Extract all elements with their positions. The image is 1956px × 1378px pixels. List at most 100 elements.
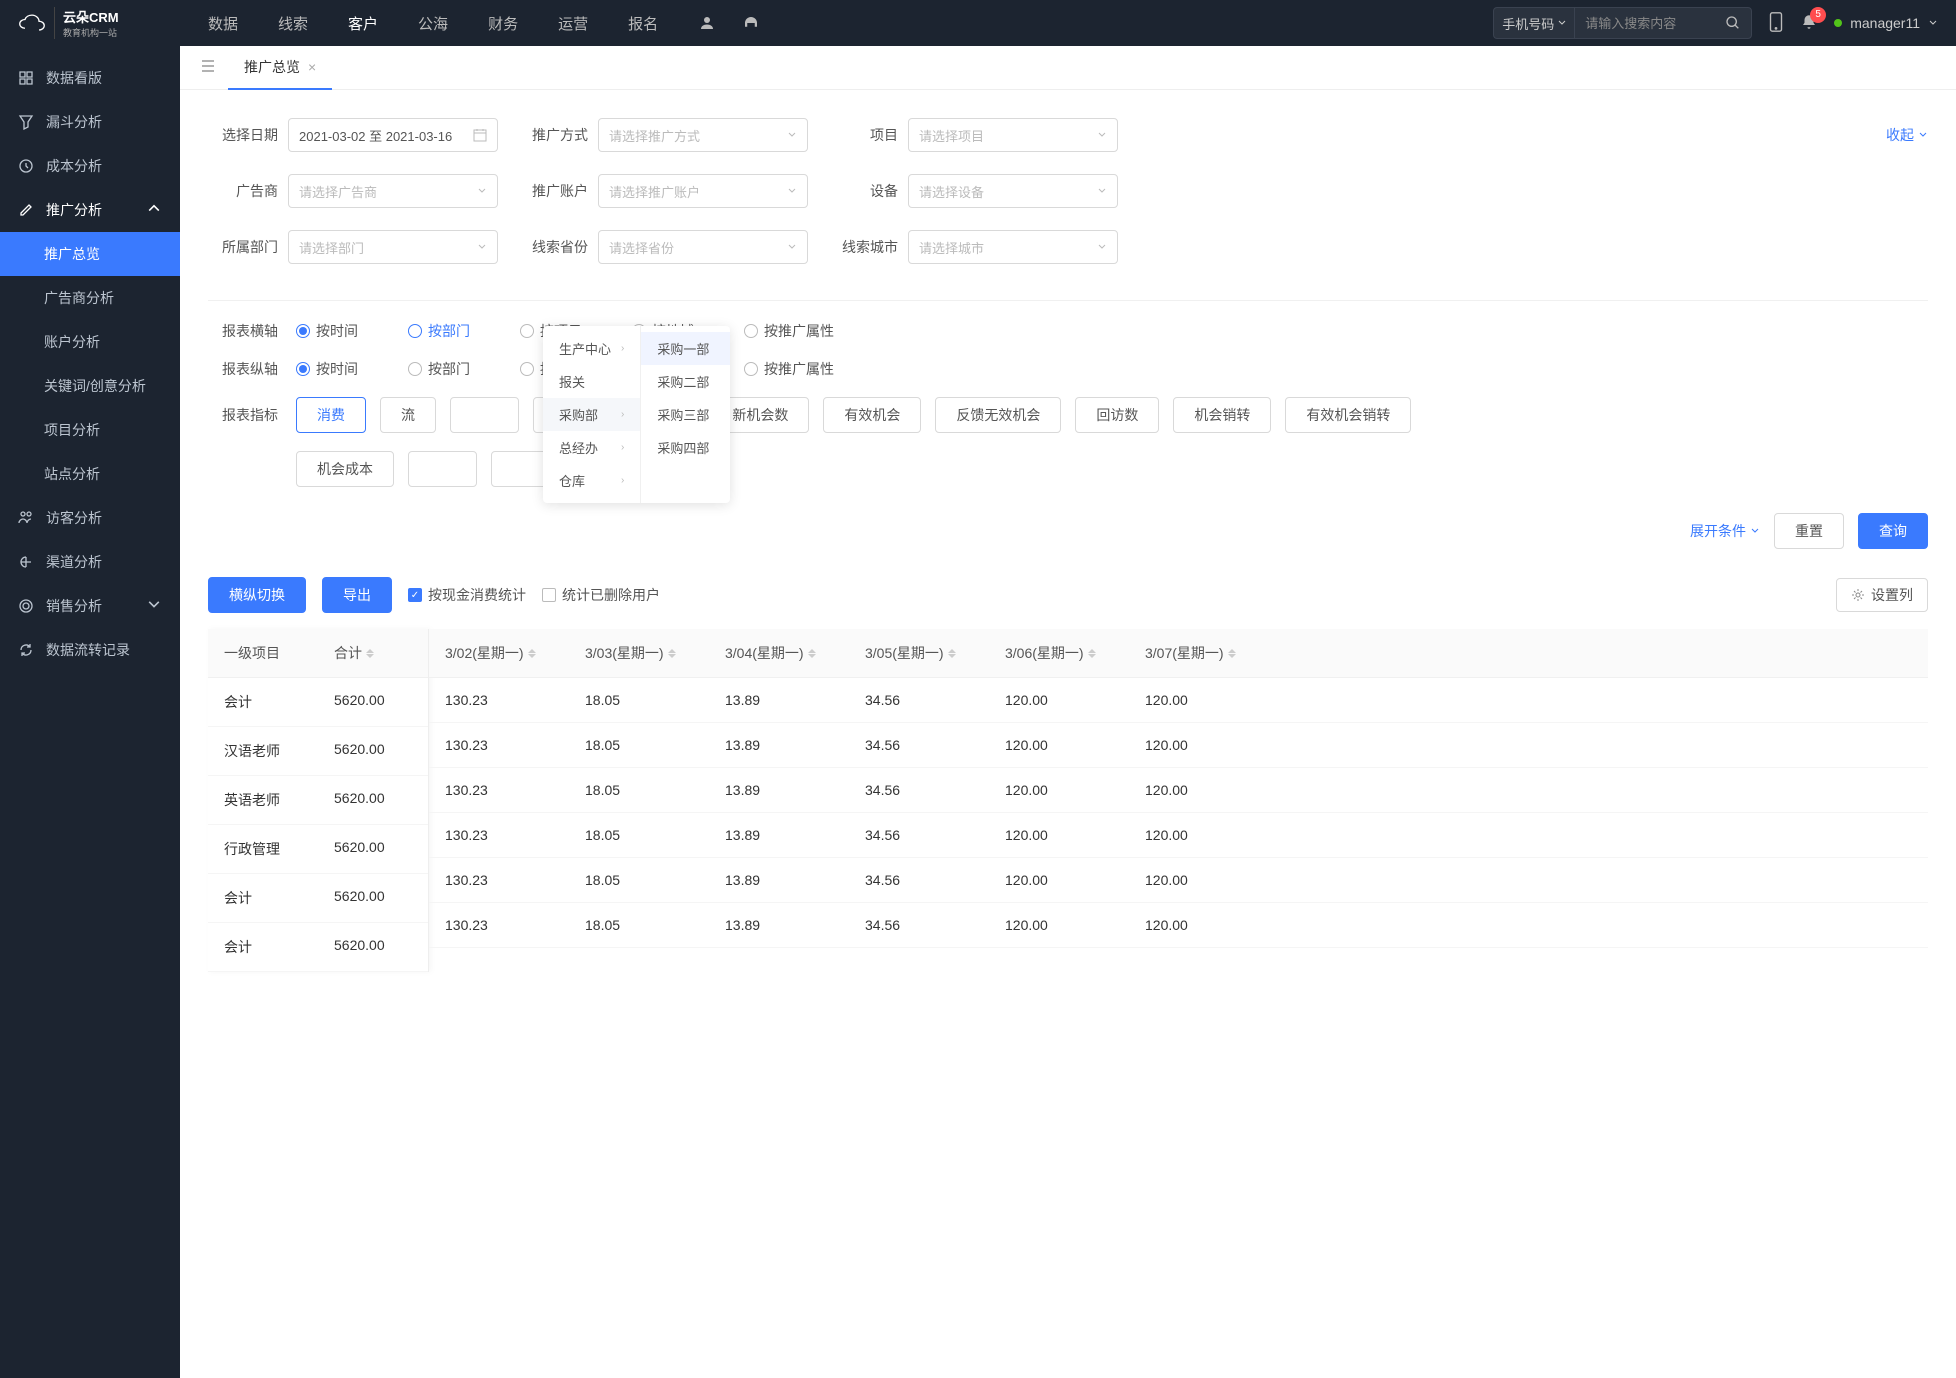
metric-button[interactable]: 流 — [380, 397, 436, 433]
sidebar-subitem[interactable]: 账户分析 — [0, 320, 180, 364]
sidebar-subitem[interactable]: 项目分析 — [0, 408, 180, 452]
sort-icon[interactable] — [948, 649, 956, 658]
cell: 汉语老师 — [208, 727, 318, 775]
radio-option[interactable]: 按推广属性 — [744, 321, 834, 341]
search-button[interactable] — [1715, 15, 1751, 31]
sort-icon[interactable] — [366, 649, 374, 658]
method-select[interactable]: 请选择推广方式 — [598, 118, 808, 152]
col-header[interactable]: 3/05(星期一) — [849, 629, 989, 677]
collapse-link[interactable]: 收起 — [1886, 125, 1928, 145]
account-select[interactable]: 请选择推广账户 — [598, 174, 808, 208]
col-header[interactable]: 3/02(星期一) — [429, 629, 569, 677]
query-button[interactable]: 查询 — [1858, 513, 1928, 549]
cell: 会计 — [208, 678, 318, 726]
col-header[interactable]: 3/03(星期一) — [569, 629, 709, 677]
sidebar-subitem[interactable]: 广告商分析 — [0, 276, 180, 320]
dropdown-item[interactable]: 采购一部 — [641, 332, 730, 365]
cell: 18.05 — [569, 723, 709, 767]
sidebar-subitem[interactable]: 关键词/创意分析 — [0, 364, 180, 408]
search-input[interactable] — [1575, 16, 1715, 31]
date-label: 选择日期 — [208, 125, 278, 145]
metric-button[interactable]: 回访数 — [1075, 397, 1159, 433]
dropdown-item[interactable]: 采购三部 — [641, 398, 730, 431]
metric-button[interactable] — [450, 397, 519, 433]
headset-icon[interactable] — [742, 14, 760, 32]
nav-item[interactable]: 运营 — [558, 13, 588, 34]
phone-icon[interactable] — [1768, 11, 1784, 36]
sidebar-item[interactable]: 推广分析 — [0, 188, 180, 232]
col-header[interactable]: 3/04(星期一) — [709, 629, 849, 677]
dept-select[interactable]: 请选择部门 — [288, 230, 498, 264]
radio-option[interactable]: 按时间 — [296, 359, 358, 379]
dropdown-item[interactable]: 采购四部 — [641, 431, 730, 464]
export-button[interactable]: 导出 — [322, 577, 392, 613]
sidebar-subitem[interactable]: 站点分析 — [0, 452, 180, 496]
dropdown-item[interactable]: 采购部› — [543, 398, 640, 431]
province-select[interactable]: 请选择省份 — [598, 230, 808, 264]
sidebar-item[interactable]: 漏斗分析 — [0, 100, 180, 144]
col-header[interactable]: 合计 — [318, 629, 428, 677]
sidebar-item[interactable]: 访客分析 — [0, 496, 180, 540]
metric-button[interactable]: 反馈无效机会 — [935, 397, 1061, 433]
dropdown-item[interactable]: 总经办› — [543, 431, 640, 464]
sidebar-toggle[interactable] — [188, 58, 228, 77]
sort-icon[interactable] — [528, 649, 536, 658]
dropdown-item[interactable]: 报关 — [543, 365, 640, 398]
column-settings-button[interactable]: 设置列 — [1836, 578, 1928, 612]
radio-option[interactable]: 按部门 — [408, 359, 470, 379]
calendar-icon — [473, 128, 487, 142]
col-header[interactable]: 3/06(星期一) — [989, 629, 1129, 677]
metric-button[interactable]: 有效机会 — [823, 397, 921, 433]
sidebar-item[interactable]: 渠道分析 — [0, 540, 180, 584]
metric-button[interactable]: 机会销转 — [1173, 397, 1271, 433]
table-header: 3/02(星期一) 3/03(星期一) 3/04(星期一) 3/05(星期一) … — [429, 629, 1928, 678]
nav-item[interactable]: 公海 — [418, 13, 448, 34]
device-select[interactable]: 请选择设备 — [908, 174, 1118, 208]
nav-item[interactable]: 财务 — [488, 13, 518, 34]
dropdown-item[interactable]: 仓库› — [543, 464, 640, 497]
user-menu[interactable]: manager11 — [1834, 15, 1938, 31]
dropdown-item[interactable]: 生产中心› — [543, 332, 640, 365]
notifications-button[interactable]: 5 — [1800, 13, 1818, 34]
city-select[interactable]: 请选择城市 — [908, 230, 1118, 264]
nav-item[interactable]: 线索 — [278, 13, 308, 34]
sort-icon[interactable] — [1088, 649, 1096, 658]
expand-conditions-link[interactable]: 展开条件 — [1690, 521, 1760, 541]
search-type-select[interactable]: 手机号码 — [1494, 8, 1575, 38]
metric-button[interactable]: 机会成本 — [296, 451, 394, 487]
cash-stats-checkbox[interactable]: 按现金消费统计 — [408, 585, 526, 605]
col-header[interactable]: 3/07(星期一) — [1129, 629, 1269, 677]
sort-icon[interactable] — [668, 649, 676, 658]
nav-item[interactable]: 报名 — [628, 13, 658, 34]
sidebar-item[interactable]: 销售分析 — [0, 584, 180, 628]
radio-option[interactable]: 按部门 — [408, 321, 470, 341]
radio-option[interactable]: 按推广属性 — [744, 359, 834, 379]
tab-promotion-overview[interactable]: 推广总览 × — [228, 46, 332, 90]
metric-button[interactable] — [408, 451, 477, 487]
dropdown-item[interactable]: 采购二部 — [641, 365, 730, 398]
sidebar-item[interactable]: 数据流转记录 — [0, 628, 180, 672]
sidebar-item[interactable]: 成本分析 — [0, 144, 180, 188]
main: 推广总览 × 选择日期 2021-03-02 至 2021-03-16 推广方式… — [180, 46, 1956, 1378]
report-config: 报表横轴 按时间按部门按项目按地域按推广属性 报表纵轴 按时间按部门按项目按地域… — [180, 300, 1956, 487]
table-controls: 横纵切换 导出 按现金消费统计 统计已删除用户 设置列 — [180, 569, 1956, 629]
date-picker[interactable]: 2021-03-02 至 2021-03-16 — [288, 118, 498, 152]
metric-button[interactable]: 消费 — [296, 397, 366, 433]
sort-icon[interactable] — [1228, 649, 1236, 658]
sidebar-item[interactable]: 数据看版 — [0, 56, 180, 100]
sort-icon[interactable] — [808, 649, 816, 658]
deleted-users-checkbox[interactable]: 统计已删除用户 — [542, 585, 660, 605]
metric-button[interactable]: 有效机会销转 — [1285, 397, 1411, 433]
nav-item[interactable]: 数据 — [208, 13, 238, 34]
toggle-axis-button[interactable]: 横纵切换 — [208, 577, 306, 613]
project-select[interactable]: 请选择项目 — [908, 118, 1118, 152]
table-header: 一级项目合计 — [208, 629, 428, 678]
tab-close-icon[interactable]: × — [308, 59, 316, 75]
reset-button[interactable]: 重置 — [1774, 513, 1844, 549]
nav-item[interactable]: 客户 — [348, 13, 378, 34]
chevron-down-icon — [1097, 186, 1107, 196]
sidebar-subitem[interactable]: 推广总览 — [0, 232, 180, 276]
radio-option[interactable]: 按时间 — [296, 321, 358, 341]
user-icon[interactable] — [698, 14, 716, 32]
advertiser-select[interactable]: 请选择广告商 — [288, 174, 498, 208]
